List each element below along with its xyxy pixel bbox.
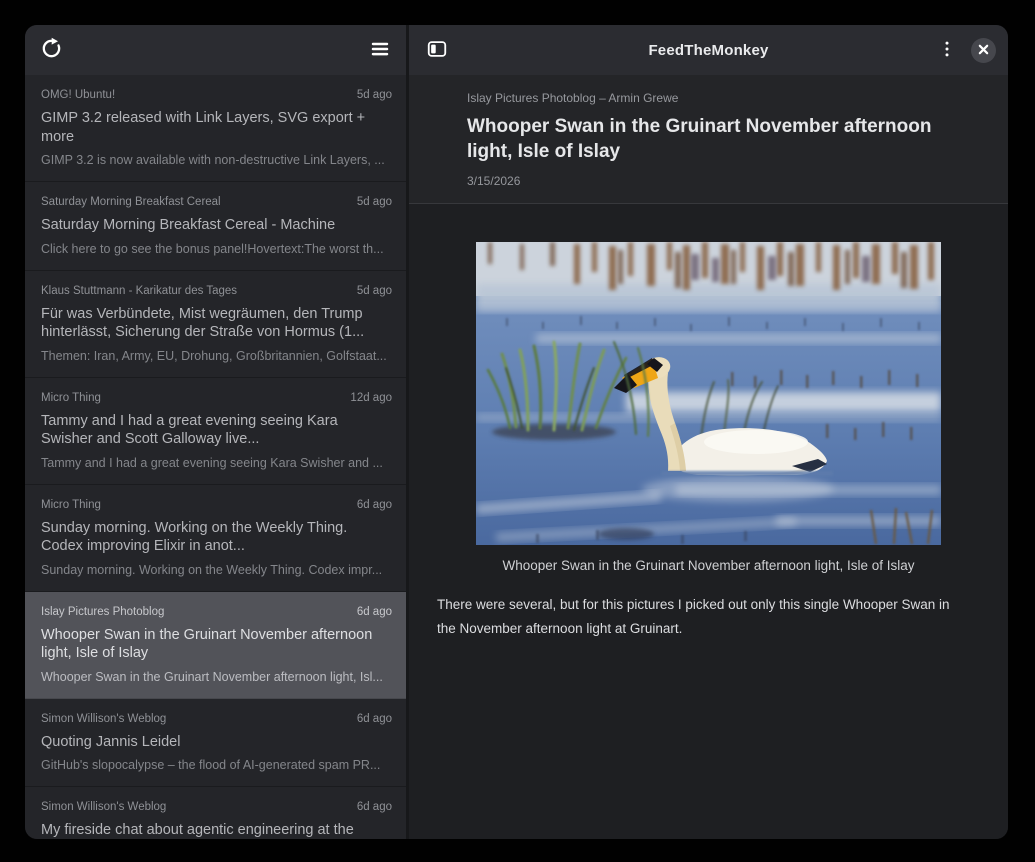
- feed-item[interactable]: Simon Willison's Weblog 6d ago Quoting J…: [25, 699, 406, 788]
- feed-timestamp: 6d ago: [357, 800, 392, 815]
- feed-source: Klaus Stuttmann - Karikatur des Tages: [41, 284, 237, 299]
- feed-source: Simon Willison's Weblog: [41, 712, 166, 727]
- sidebar-toggle-button[interactable]: [421, 34, 453, 66]
- list-toolbar: [25, 25, 406, 75]
- menu-icon: [369, 38, 391, 63]
- feed-item[interactable]: OMG! Ubuntu! 5d ago GIMP 3.2 released wi…: [25, 75, 406, 182]
- feed-item[interactable]: Simon Willison's Weblog 6d ago My firesi…: [25, 787, 406, 839]
- feed-item-meta: OMG! Ubuntu! 5d ago: [41, 88, 392, 103]
- close-button[interactable]: [971, 38, 996, 63]
- feed-timestamp: 5d ago: [357, 88, 392, 103]
- app-title: FeedTheMonkey: [409, 42, 1008, 59]
- feed-timestamp: 12d ago: [350, 391, 392, 406]
- whooper-swan-photo: [476, 242, 941, 545]
- feed-source: OMG! Ubuntu!: [41, 88, 115, 103]
- kebab-menu-button[interactable]: [931, 34, 963, 66]
- feed-item[interactable]: Micro Thing 6d ago Sunday morning. Worki…: [25, 485, 406, 592]
- feed-source: Micro Thing: [41, 498, 101, 513]
- feed-source: Saturday Morning Breakfast Cereal: [41, 195, 221, 210]
- article-body: Whooper Swan in the Gruinart November af…: [409, 204, 1008, 641]
- article-date: 3/15/2026: [467, 174, 938, 189]
- feed-item-meta: Islay Pictures Photoblog 6d ago: [41, 605, 392, 620]
- feed-item-meta: Micro Thing 6d ago: [41, 498, 392, 513]
- feed-item-title: My fireside chat about agentic engineeri…: [41, 821, 392, 839]
- feed-item-title: Whooper Swan in the Gruinart November af…: [41, 626, 392, 663]
- article-title: Whooper Swan in the Gruinart November af…: [467, 114, 938, 164]
- article-figure: Whooper Swan in the Gruinart November af…: [437, 242, 980, 573]
- feed-item-list: OMG! Ubuntu! 5d ago GIMP 3.2 released wi…: [25, 75, 406, 839]
- feed-item[interactable]: Saturday Morning Breakfast Cereal 5d ago…: [25, 182, 406, 271]
- article-source: Islay Pictures Photoblog – Armin Grewe: [467, 91, 938, 106]
- feed-item-meta: Simon Willison's Weblog 6d ago: [41, 800, 392, 815]
- photo-caption: Whooper Swan in the Gruinart November af…: [437, 558, 980, 573]
- article-paragraph: There were several, but for this picture…: [437, 593, 957, 641]
- feed-source: Micro Thing: [41, 391, 101, 406]
- feed-item-selected[interactable]: Islay Pictures Photoblog 6d ago Whooper …: [25, 592, 406, 699]
- feed-item-summary: GIMP 3.2 is now available with non-destr…: [41, 152, 392, 168]
- feed-item-meta: Simon Willison's Weblog 6d ago: [41, 712, 392, 727]
- feed-item-meta: Micro Thing 12d ago: [41, 391, 392, 406]
- feed-item[interactable]: Klaus Stuttmann - Karikatur des Tages 5d…: [25, 271, 406, 378]
- feed-source: Islay Pictures Photoblog: [41, 605, 164, 620]
- article-header: Islay Pictures Photoblog – Armin Grewe W…: [409, 75, 1008, 204]
- feed-item-title: Tammy and I had a great evening seeing K…: [41, 412, 392, 449]
- refresh-button[interactable]: [35, 34, 67, 66]
- refresh-icon: [40, 37, 63, 63]
- feed-source: Simon Willison's Weblog: [41, 800, 166, 815]
- article-pane: Islay Pictures Photoblog – Armin Grewe W…: [409, 75, 1008, 839]
- feed-timestamp: 6d ago: [357, 712, 392, 727]
- feed-item-summary: Whooper Swan in the Gruinart November af…: [41, 669, 392, 685]
- kebab-menu-icon: [937, 39, 957, 62]
- feed-item-summary: Sunday morning. Working on the Weekly Th…: [41, 562, 392, 578]
- feed-item-title: Sunday morning. Working on the Weekly Th…: [41, 519, 392, 556]
- feed-item-summary: Tammy and I had a great evening seeing K…: [41, 455, 392, 471]
- feed-item-title: GIMP 3.2 released with Link Layers, SVG …: [41, 109, 392, 146]
- feed-timestamp: 5d ago: [357, 195, 392, 210]
- feed-timestamp: 6d ago: [357, 498, 392, 513]
- close-icon: [978, 43, 989, 58]
- sidebar-toggle-icon: [426, 38, 448, 63]
- feed-item-meta: Saturday Morning Breakfast Cereal 5d ago: [41, 195, 392, 210]
- feed-item-meta: Klaus Stuttmann - Karikatur des Tages 5d…: [41, 284, 392, 299]
- feed-timestamp: 5d ago: [357, 284, 392, 299]
- article-toolbar: FeedTheMonkey: [409, 25, 1008, 75]
- feed-item-summary: Click here to go see the bonus panel!Hov…: [41, 241, 392, 257]
- feed-item-title: Saturday Morning Breakfast Cereal - Mach…: [41, 216, 392, 235]
- feed-item-title: Für was Verbündete, Mist wegräumen, den …: [41, 305, 392, 342]
- feed-item-title: Quoting Jannis Leidel: [41, 733, 392, 752]
- feed-item-summary: GitHub's slopocalypse – the flood of AI-…: [41, 757, 392, 773]
- feed-item[interactable]: Micro Thing 12d ago Tammy and I had a gr…: [25, 378, 406, 485]
- feed-timestamp: 6d ago: [357, 605, 392, 620]
- feed-item-summary: Themen: Iran, Army, EU, Drohung, Großbri…: [41, 348, 392, 364]
- menu-button[interactable]: [364, 34, 396, 66]
- app-window: FeedTheMonkey: [25, 25, 1008, 839]
